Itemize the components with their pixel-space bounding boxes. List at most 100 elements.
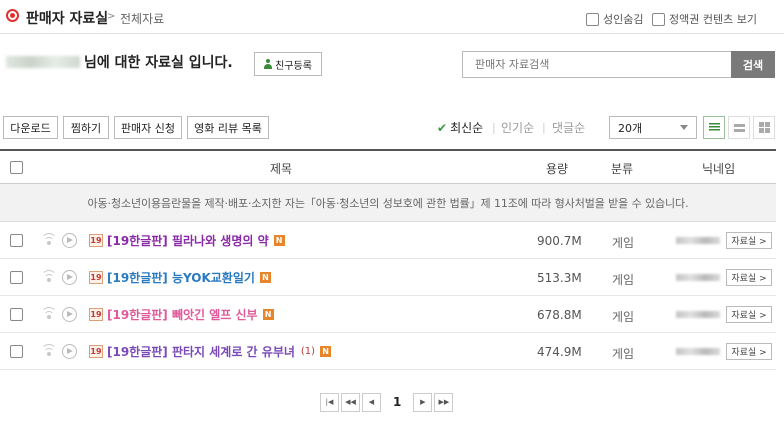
sort-popular[interactable]: 인기순 <box>501 119 534 136</box>
stream-icon <box>41 344 57 358</box>
page-title: 판매자 자료실 <box>26 11 109 27</box>
adult-hide-label: 성인숨김 <box>603 13 644 26</box>
play-icon[interactable] <box>62 270 77 285</box>
view-compact-list-button[interactable] <box>703 116 725 139</box>
check-icon: ✔ <box>437 121 448 135</box>
top-bar: 판매자 자료실 > 전체자료 성인숨김 정액권 컨텐츠 보기 <box>0 0 784 34</box>
row-title: [19한글판] 능YOK교환일기 <box>107 271 255 285</box>
new-badge: N <box>320 346 332 357</box>
table-row[interactable]: 19 [19한글판] 판타지 세계로 간 유부녀 (1) N 474.9M 게임 자… <box>0 333 776 370</box>
row-checkbox[interactable] <box>10 345 23 358</box>
sort-divider: | <box>542 121 546 134</box>
stream-icon <box>41 233 57 247</box>
search-button[interactable]: 검색 <box>731 51 775 78</box>
first-page-button[interactable]: |◀ <box>320 392 339 412</box>
add-friend-button[interactable]: 친구등록 <box>254 52 322 76</box>
comment-count: (1) <box>300 346 316 357</box>
blurred-nickname <box>676 237 720 244</box>
age-19-badge: 19 <box>89 308 103 321</box>
age-19-badge: 19 <box>89 271 103 284</box>
header-category: 분류 <box>611 162 634 176</box>
seller-archive-button[interactable]: 자료실 > <box>726 306 772 323</box>
header-size: 용량 <box>546 162 569 176</box>
adult-hide-option[interactable]: 성인숨김 <box>586 11 643 27</box>
row-checkbox[interactable] <box>10 271 23 284</box>
seller-line: 님에 대한 자료실 입니다. <box>6 52 233 72</box>
row-title-link[interactable]: [19한글판] 빼앗긴 엘프 신부 N <box>107 306 274 323</box>
sort-comments[interactable]: 댓글순 <box>552 119 585 136</box>
seller-apply-button[interactable]: 판매자 신청 <box>114 116 182 139</box>
chevron-down-icon <box>680 125 688 130</box>
flat-rate-content-option[interactable]: 정액권 컨텐츠 보기 <box>652 11 757 27</box>
new-badge: N <box>273 235 285 246</box>
stream-icon <box>41 307 57 321</box>
breadcrumb[interactable]: 전체자료 <box>120 10 164 27</box>
person-icon <box>264 59 273 69</box>
new-badge: N <box>259 272 271 283</box>
play-icon[interactable] <box>62 344 77 359</box>
row-size: 678.8M <box>537 308 582 322</box>
pagination: |◀ ◀◀ ◀ 1 ▶ ▶▶ <box>320 392 454 412</box>
archive-logo-icon <box>6 9 19 22</box>
grid-icon <box>758 122 770 133</box>
row-title-link[interactable]: [19한글판] 필라나와 생명의 약 N <box>107 232 285 249</box>
row-title: [19한글판] 필라나와 생명의 약 <box>107 234 269 248</box>
breadcrumb-separator: > <box>107 11 116 22</box>
flat-rate-checkbox[interactable] <box>652 12 665 26</box>
age-19-badge: 19 <box>89 234 103 247</box>
header-title: 제목 <box>270 162 293 176</box>
table-row[interactable]: 19 [19한글판] 능YOK교환일기 N 513.3M 게임 자료실 > <box>0 259 776 296</box>
select-all-checkbox[interactable] <box>10 161 23 174</box>
download-button[interactable]: 다운로드 <box>3 116 58 139</box>
blurred-nickname <box>676 274 720 281</box>
row-category: 게임 <box>612 310 635 324</box>
movie-review-list-button[interactable]: 영화 리뷰 목록 <box>187 116 269 139</box>
header-nickname: 닉네임 <box>702 162 736 176</box>
next-block-button[interactable]: ▶▶ <box>434 392 454 412</box>
seller-archive-button[interactable]: 자료실 > <box>726 343 772 360</box>
play-icon[interactable] <box>62 233 77 248</box>
row-size: 513.3M <box>537 271 582 285</box>
row-title-link[interactable]: [19한글판] 판타지 세계로 간 유부녀 (1) N <box>107 343 332 360</box>
seller-archive-button[interactable]: 자료실 > <box>726 269 772 286</box>
add-friend-label: 친구등록 <box>275 60 312 72</box>
current-page[interactable]: 1 <box>393 395 401 409</box>
adult-hide-checkbox[interactable] <box>586 12 599 26</box>
row-checkbox[interactable] <box>10 308 23 321</box>
seller-archive-button[interactable]: 자료실 > <box>726 232 772 249</box>
row-category: 게임 <box>612 347 635 361</box>
row-size: 474.9M <box>537 345 582 359</box>
seller-suffix: 님에 대한 자료실 입니다. <box>84 55 233 71</box>
blurred-seller-name <box>6 56 80 68</box>
view-grid-button[interactable] <box>753 116 775 139</box>
row-title-link[interactable]: [19한글판] 능YOK교환일기 N <box>107 269 271 286</box>
play-icon[interactable] <box>62 307 77 322</box>
blurred-nickname <box>676 311 720 318</box>
row-category: 게임 <box>612 236 635 250</box>
sort-divider: | <box>492 121 496 134</box>
row-title: [19한글판] 판타지 세계로 간 유부녀 <box>107 345 295 359</box>
page-size-value: 20개 <box>618 121 643 135</box>
row-size: 900.7M <box>537 234 582 248</box>
sort-latest[interactable]: ✔ 최신순 <box>437 119 483 136</box>
wishlist-button[interactable]: 찜하기 <box>63 116 109 139</box>
row-checkbox[interactable] <box>10 234 23 247</box>
seller-search-input[interactable] <box>462 51 732 78</box>
row-category: 게임 <box>612 273 635 287</box>
blurred-nickname <box>676 348 720 355</box>
row-title: [19한글판] 빼앗긴 엘프 신부 <box>107 308 258 322</box>
page-size-select[interactable]: 20개 <box>609 116 697 139</box>
list-icon <box>733 123 745 132</box>
stream-icon <box>41 270 57 284</box>
table-row[interactable]: 19 [19한글판] 빼앗긴 엘프 신부 N 678.8M 게임 자료실 > <box>0 296 776 333</box>
age-19-badge: 19 <box>89 345 103 358</box>
view-list-button[interactable] <box>728 116 750 139</box>
prev-page-button[interactable]: ◀ <box>362 392 381 412</box>
compact-list-icon <box>708 123 720 132</box>
flat-rate-label: 정액권 컨텐츠 보기 <box>669 13 757 26</box>
prev-block-button[interactable]: ◀◀ <box>341 392 360 412</box>
table-row[interactable]: 19 [19한글판] 필라나와 생명의 약 N 900.7M 게임 자료실 > <box>0 222 776 259</box>
next-page-button[interactable]: ▶ <box>413 392 433 412</box>
legal-notice: 아동·청소년이용음란물을 제작·배포·소지한 자는「아동·청소년의 성보호에 관… <box>0 184 776 222</box>
sort-latest-label: 최신순 <box>450 121 484 135</box>
